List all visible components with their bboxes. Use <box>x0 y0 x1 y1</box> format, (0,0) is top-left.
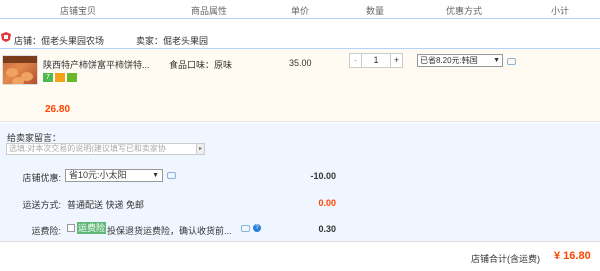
shipping-amount: 0.00 <box>318 198 336 208</box>
store-coupon-label: 店铺优惠: <box>22 173 61 183</box>
quantity-increase-button[interactable]: + <box>390 54 402 67</box>
resize-handle-icon[interactable]: ▸ <box>196 144 204 154</box>
leave-message-input[interactable]: 选填:对本次交易的说明(建议填写已和卖家协 ▸ <box>6 143 205 155</box>
quantity-input[interactable]: 1 <box>362 54 390 67</box>
shop-total-row: 店铺合计(含运费) ¥ 16.80 <box>0 241 600 271</box>
insurance-checkbox[interactable] <box>67 224 75 232</box>
insurance-label: 运费险: <box>31 226 61 236</box>
order-options: 给卖家留言： 选填:对本次交易的说明(建议填写已和卖家协 ▸ 店铺优惠: 省10… <box>0 123 600 241</box>
shop-total-amount: ¥ 16.80 <box>554 250 591 262</box>
cart-item: 陕西特产柿饼富平柿饼特... 7 食品口味：原味 35.00 - 1 + 已省8… <box>0 48 600 122</box>
col-unit-price: 单价 <box>291 6 310 16</box>
quantity-decrease-button[interactable]: - <box>350 54 362 67</box>
discount-select-value: 已省8.20元:韩国 <box>420 56 478 65</box>
discount-info-icon[interactable] <box>507 58 516 65</box>
store-coupon-row: 店铺优惠: 省10元:小太阳 ▼ -10.00 <box>0 168 350 184</box>
insurance-info-icon[interactable] <box>241 225 250 232</box>
chevron-down-icon: ▼ <box>493 57 500 64</box>
leave-message-placeholder: 选填:对本次交易的说明(建议填写已和卖家协 <box>9 144 166 153</box>
quantity-stepper: - 1 + <box>349 53 403 68</box>
credit-card-badge[interactable] <box>55 73 65 82</box>
insurance-description: 投保退货运费险，确认收货前... <box>107 226 232 236</box>
store-coupon-value: 省10元:小太阳 <box>69 170 127 180</box>
col-attributes: 商品属性 <box>191 6 228 16</box>
seller-name-link[interactable]: 卖家：倔老头果园 <box>136 34 208 47</box>
insurance-amount: 0.30 <box>318 224 336 234</box>
shipping-row: 运送方式: 普通配送 快递 免邮 0.00 <box>0 195 350 211</box>
col-quantity: 数量 <box>366 6 385 16</box>
order-table-header: 店铺宝贝 商品属性 单价 数量 优惠方式 小计 <box>0 0 600 19</box>
col-shop-item: 店铺宝贝 <box>60 6 97 16</box>
product-thumbnail[interactable] <box>2 55 38 85</box>
insurance-tag: 运费险 <box>77 222 107 234</box>
seven-day-return-badge[interactable]: 7 <box>43 73 53 82</box>
shop-name-link[interactable]: 店铺：倔老头果园农场 <box>14 34 104 47</box>
store-coupon-amount: -10.00 <box>310 171 336 181</box>
col-subtotal: 小计 <box>551 6 570 16</box>
product-title-link[interactable]: 陕西特产柿饼富平柿饼特... <box>43 58 150 71</box>
coupon-info-icon[interactable] <box>167 172 176 179</box>
product-sku: 食品口味：原味 <box>169 60 233 70</box>
service-badges: 7 <box>43 73 77 82</box>
service-badge[interactable] <box>67 73 77 82</box>
shop-row: 店铺：倔老头果园农场 卖家：倔老头果园 <box>0 29 600 47</box>
help-icon[interactable]: ? <box>253 224 261 232</box>
shop-icon <box>1 32 11 42</box>
insurance-row: 运费险: 运费险 投保退货运费险，确认收货前... ? 0.30 <box>0 221 350 237</box>
unit-price: 35.00 <box>289 58 312 68</box>
chevron-down-icon: ▼ <box>152 172 159 179</box>
store-coupon-select[interactable]: 省10元:小太阳 ▼ <box>65 169 163 182</box>
col-discount: 优惠方式 <box>446 6 483 16</box>
item-subtotal: 26.80 <box>45 104 71 115</box>
shipping-label: 运送方式: <box>22 200 61 210</box>
discount-select[interactable]: 已省8.20元:韩国 ▼ <box>417 54 503 67</box>
shipping-method: 普通配送 快递 免邮 <box>67 200 145 210</box>
shop-total-label: 店铺合计(含运费) <box>471 254 540 264</box>
